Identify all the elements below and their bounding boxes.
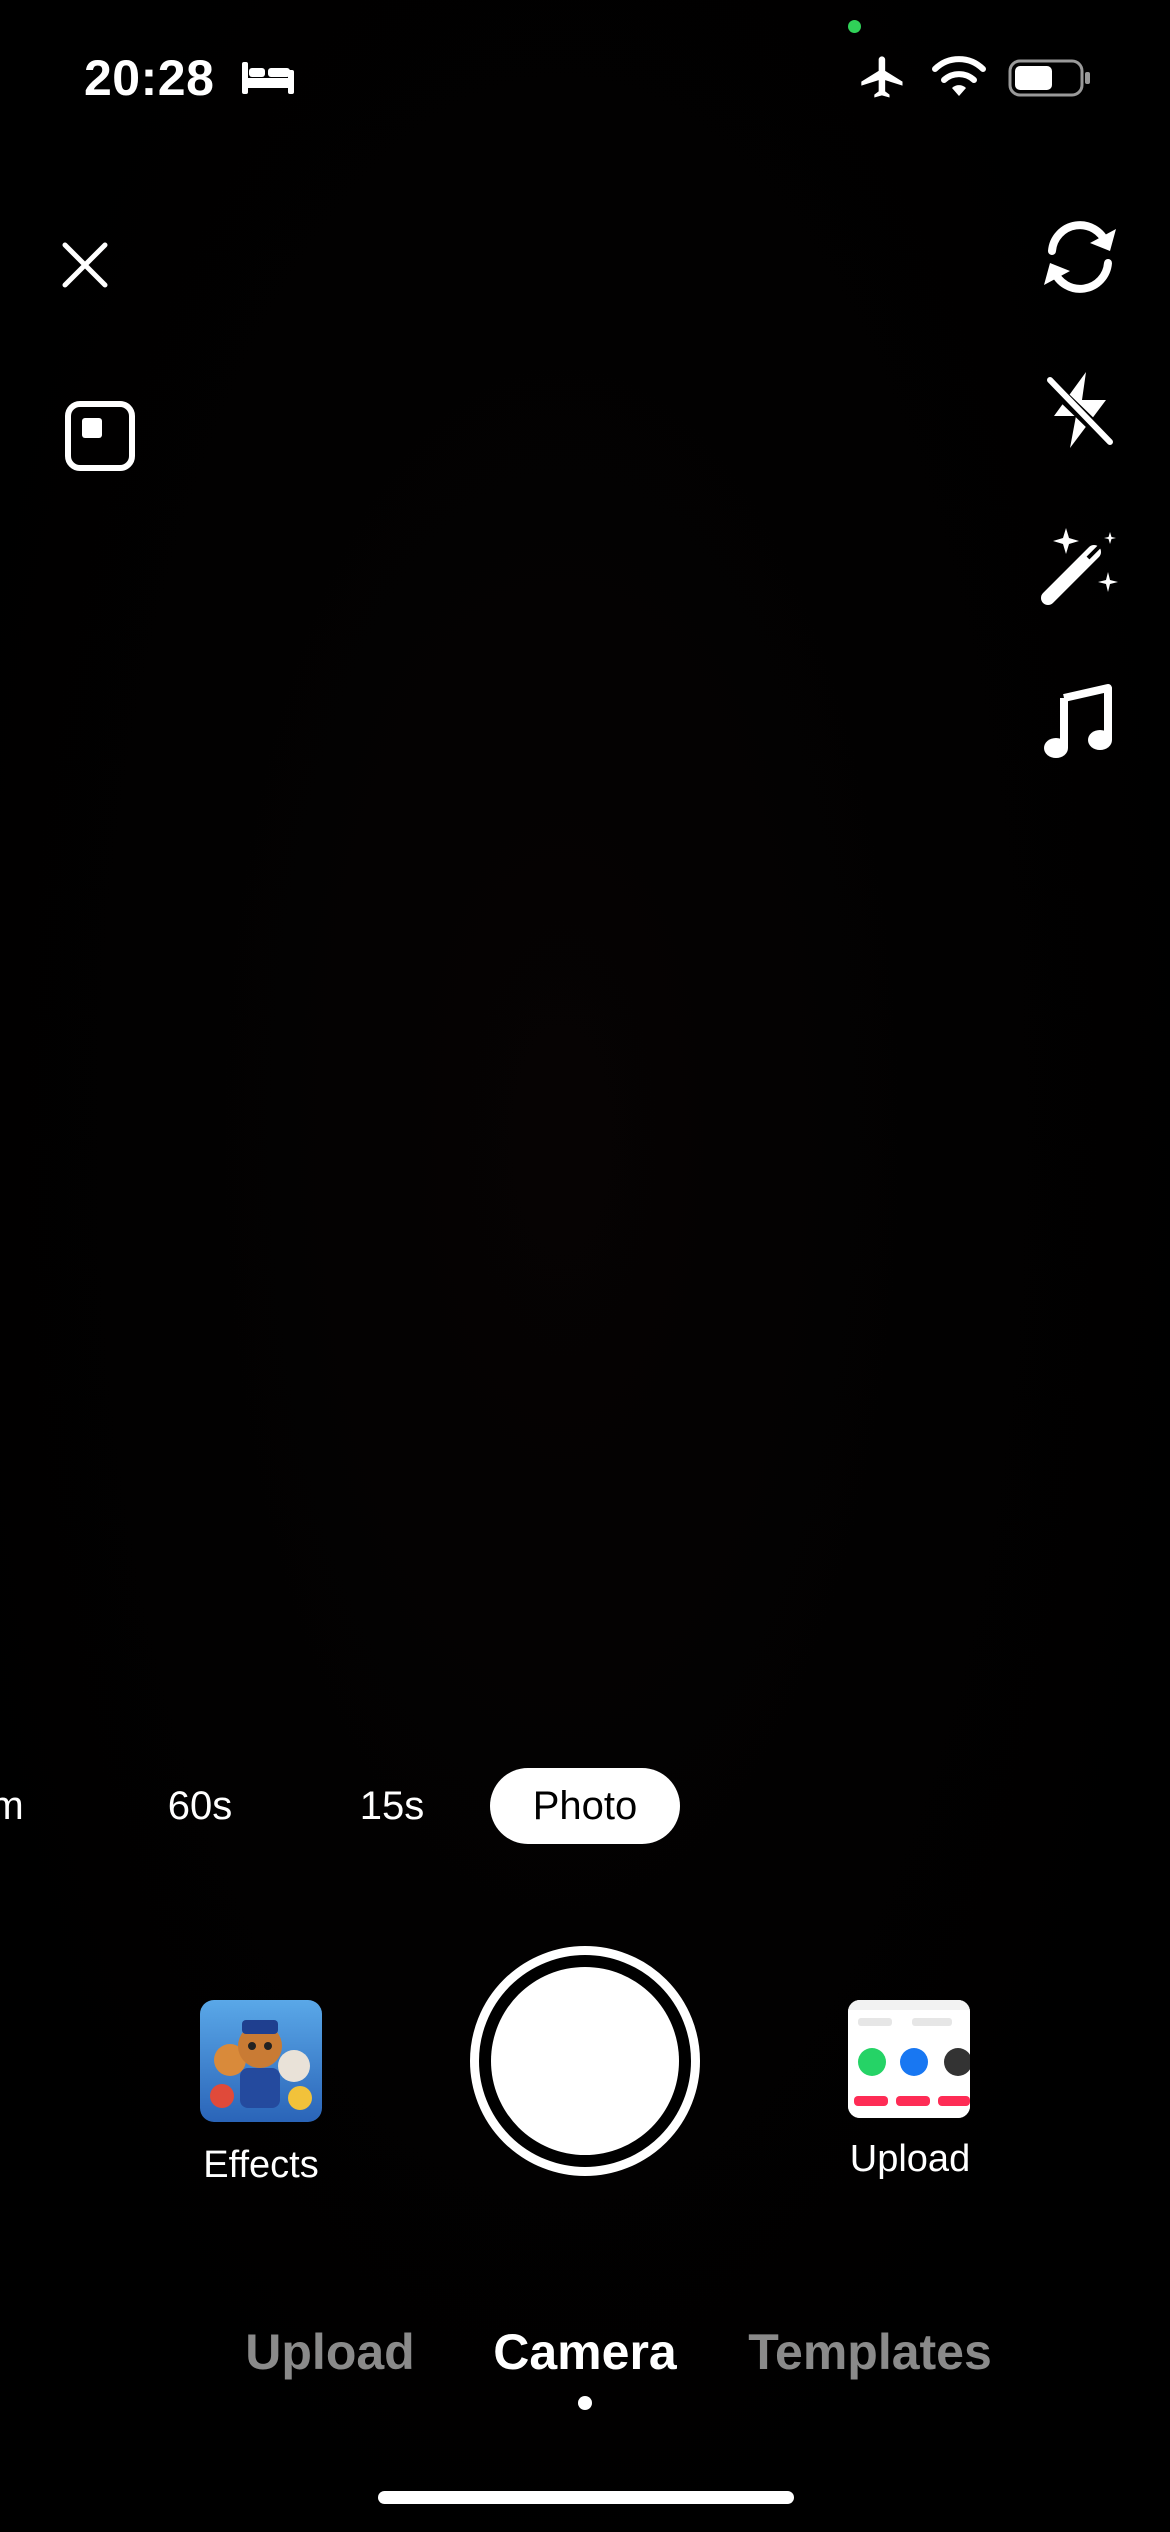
tab-upload[interactable]: Upload [220,2320,440,2384]
status-time: 20:28 [84,50,215,106]
bed-icon [240,56,296,96]
effects-thumbnail[interactable] [200,2000,322,2122]
active-tab-indicator [578,2396,592,2410]
camera-screen: 20:28 m 60s 15s Photo Effects Upload Upl… [0,0,1170,2532]
upload-label: Upload [849,2138,971,2180]
tab-camera[interactable]: Camera [470,2320,700,2384]
mode-option-15s[interactable]: 15s [342,1768,442,1844]
tab-templates[interactable]: Templates [730,2320,1010,2384]
flash-off-icon[interactable] [1040,368,1120,452]
mode-option-photo[interactable]: Photo [490,1768,680,1844]
home-indicator[interactable] [378,2491,794,2504]
battery-icon [1008,58,1092,98]
wifi-icon [930,54,988,100]
magic-wand-icon[interactable] [1036,522,1124,610]
camera-in-use-indicator [848,20,861,33]
close-icon[interactable] [50,230,120,300]
effects-label: Effects [203,2144,319,2186]
music-note-icon[interactable] [1038,680,1118,764]
upload-thumbnail[interactable] [848,2000,970,2118]
layout-icon[interactable] [60,396,140,476]
shutter-inner [491,1967,679,2155]
mode-option[interactable]: m [0,1768,42,1844]
airplane-icon [856,52,910,104]
shutter-button[interactable] [470,1946,700,2176]
mode-option-60s[interactable]: 60s [150,1768,250,1844]
flip-camera-icon[interactable] [1030,212,1130,302]
